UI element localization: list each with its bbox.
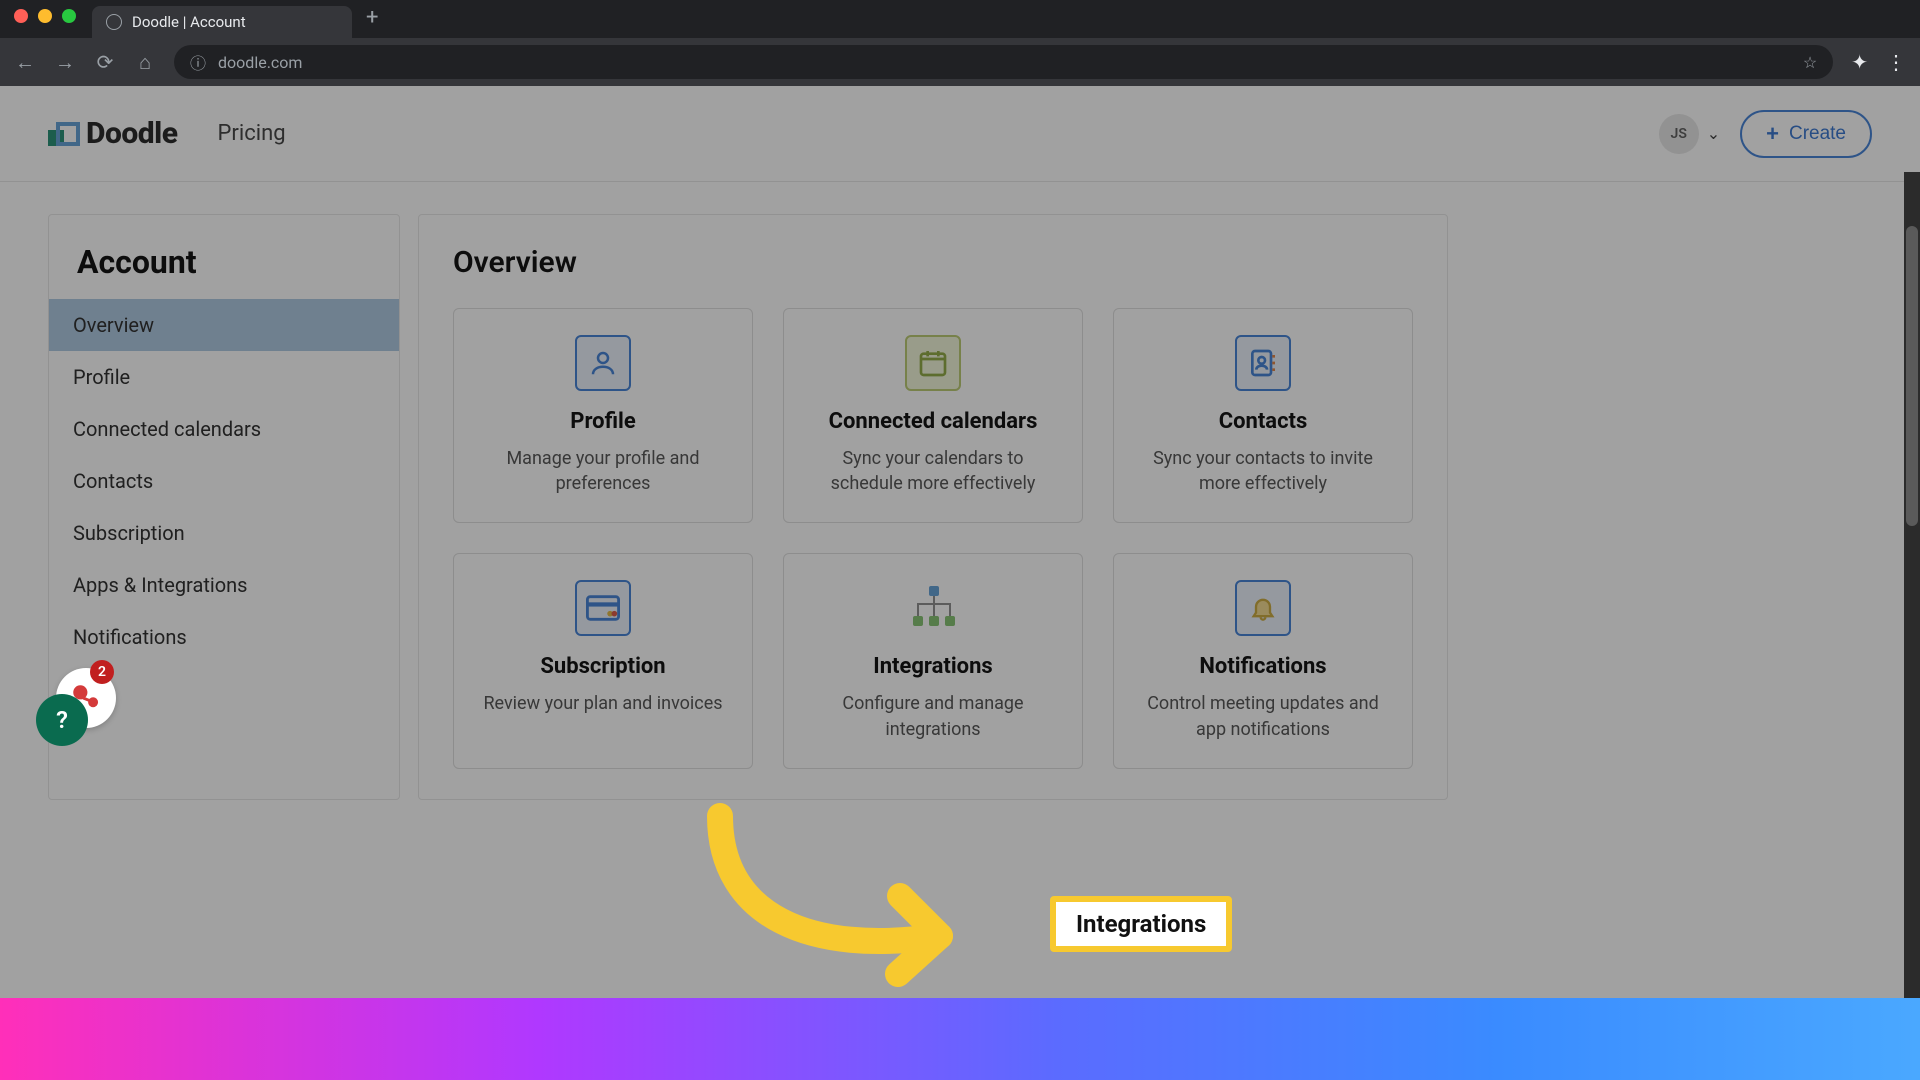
page-title: Overview: [453, 245, 1413, 280]
calendar-icon: [905, 335, 961, 391]
card-title: Notifications: [1199, 654, 1326, 679]
sidebar-title: Account: [49, 243, 399, 299]
overview-panel: Overview Profile Manage your profile and…: [418, 214, 1448, 800]
card-title: Connected calendars: [829, 409, 1038, 434]
card-integrations[interactable]: Integrations Configure and manage integr…: [783, 553, 1083, 768]
nav-pricing[interactable]: Pricing: [218, 121, 286, 146]
card-title: Subscription: [540, 654, 665, 679]
card-desc: Manage your profile and preferences: [476, 446, 730, 496]
scrollbar-thumb[interactable]: [1906, 226, 1918, 526]
cards-grid: Profile Manage your profile and preferen…: [453, 308, 1413, 769]
credit-card-icon: [575, 580, 631, 636]
plus-icon: +: [1766, 121, 1779, 147]
close-window-icon[interactable]: [14, 9, 28, 23]
help-widget[interactable]: 2 ?: [36, 694, 88, 746]
browser-tab[interactable]: Doodle | Account: [92, 6, 352, 38]
bell-icon: [1235, 580, 1291, 636]
browser-window: Doodle | Account + ← → ⟳ ⌂ ⓘ doodle.com …: [0, 0, 1920, 1080]
url-text: doodle.com: [218, 53, 302, 72]
logo-icon: [48, 122, 76, 146]
sidebar-item-connected-calendars[interactable]: Connected calendars: [49, 403, 399, 455]
user-menu[interactable]: JS ⌄: [1659, 114, 1720, 154]
avatar: JS: [1659, 114, 1699, 154]
back-icon[interactable]: ←: [14, 50, 36, 75]
create-button[interactable]: + Create: [1740, 110, 1872, 158]
tutorial-highlight-integrations: Integrations: [1050, 896, 1232, 952]
sidebar-item-subscription[interactable]: Subscription: [49, 507, 399, 559]
sidebar-item-overview[interactable]: Overview: [49, 299, 399, 351]
card-desc: Configure and manage integrations: [806, 691, 1060, 741]
brand-name: Doodle: [86, 116, 178, 151]
home-icon[interactable]: ⌂: [134, 50, 156, 75]
card-subscription[interactable]: Subscription Review your plan and invoic…: [453, 553, 753, 768]
card-desc: Review your plan and invoices: [483, 691, 722, 716]
footer-gradient-bar: [0, 998, 1920, 1080]
chevron-down-icon: ⌄: [1707, 124, 1720, 143]
bookmark-icon[interactable]: ☆: [1803, 53, 1817, 72]
tutorial-arrow-icon: [690, 796, 1010, 996]
sidebar-item-profile[interactable]: Profile: [49, 351, 399, 403]
new-tab-button[interactable]: +: [366, 5, 378, 30]
create-label: Create: [1789, 123, 1846, 145]
integrations-icon: [905, 580, 961, 636]
notification-badge: 2: [90, 660, 114, 684]
contacts-icon: [1235, 335, 1291, 391]
card-connected-calendars[interactable]: Connected calendars Sync your calendars …: [783, 308, 1083, 523]
card-title: Integrations: [873, 654, 992, 679]
window-controls[interactable]: [14, 9, 76, 23]
browser-toolbar: ← → ⟳ ⌂ ⓘ doodle.com ☆ ✦ ⋮: [0, 38, 1920, 86]
browser-tabbar: Doodle | Account +: [0, 0, 1920, 38]
card-desc: Sync your calendars to schedule more eff…: [806, 446, 1060, 496]
sidebar-item-notifications[interactable]: Notifications: [49, 611, 399, 663]
app-header: Doodle Pricing JS ⌄ + Create: [0, 86, 1920, 182]
sidebar-item-contacts[interactable]: Contacts: [49, 455, 399, 507]
sidebar-item-apps-integrations[interactable]: Apps & Integrations: [49, 559, 399, 611]
card-profile[interactable]: Profile Manage your profile and preferen…: [453, 308, 753, 523]
site-info-icon[interactable]: ⓘ: [190, 50, 206, 74]
browser-menu-icon[interactable]: ⋮: [1886, 50, 1906, 74]
brand-logo[interactable]: Doodle: [48, 116, 178, 151]
tab-title: Doodle | Account: [132, 13, 246, 31]
profile-icon: [575, 335, 631, 391]
card-notifications[interactable]: Notifications Control meeting updates an…: [1113, 553, 1413, 768]
maximize-window-icon[interactable]: [62, 9, 76, 23]
minimize-window-icon[interactable]: [38, 9, 52, 23]
globe-icon: [106, 14, 122, 30]
content-area: Account Overview Profile Connected calen…: [0, 182, 1920, 800]
help-button[interactable]: ?: [36, 694, 88, 746]
card-desc: Control meeting updates and app notifica…: [1136, 691, 1390, 741]
card-desc: Sync your contacts to invite more effect…: [1136, 446, 1390, 496]
reload-icon[interactable]: ⟳: [94, 50, 116, 74]
forward-icon[interactable]: →: [54, 50, 76, 75]
address-bar[interactable]: ⓘ doodle.com ☆: [174, 45, 1833, 79]
page-viewport: Doodle Pricing JS ⌄ + Create Account: [0, 86, 1920, 1080]
extensions-icon[interactable]: ✦: [1851, 50, 1868, 74]
card-contacts[interactable]: Contacts Sync your contacts to invite mo…: [1113, 308, 1413, 523]
card-title: Contacts: [1219, 409, 1308, 434]
card-title: Profile: [570, 409, 635, 434]
